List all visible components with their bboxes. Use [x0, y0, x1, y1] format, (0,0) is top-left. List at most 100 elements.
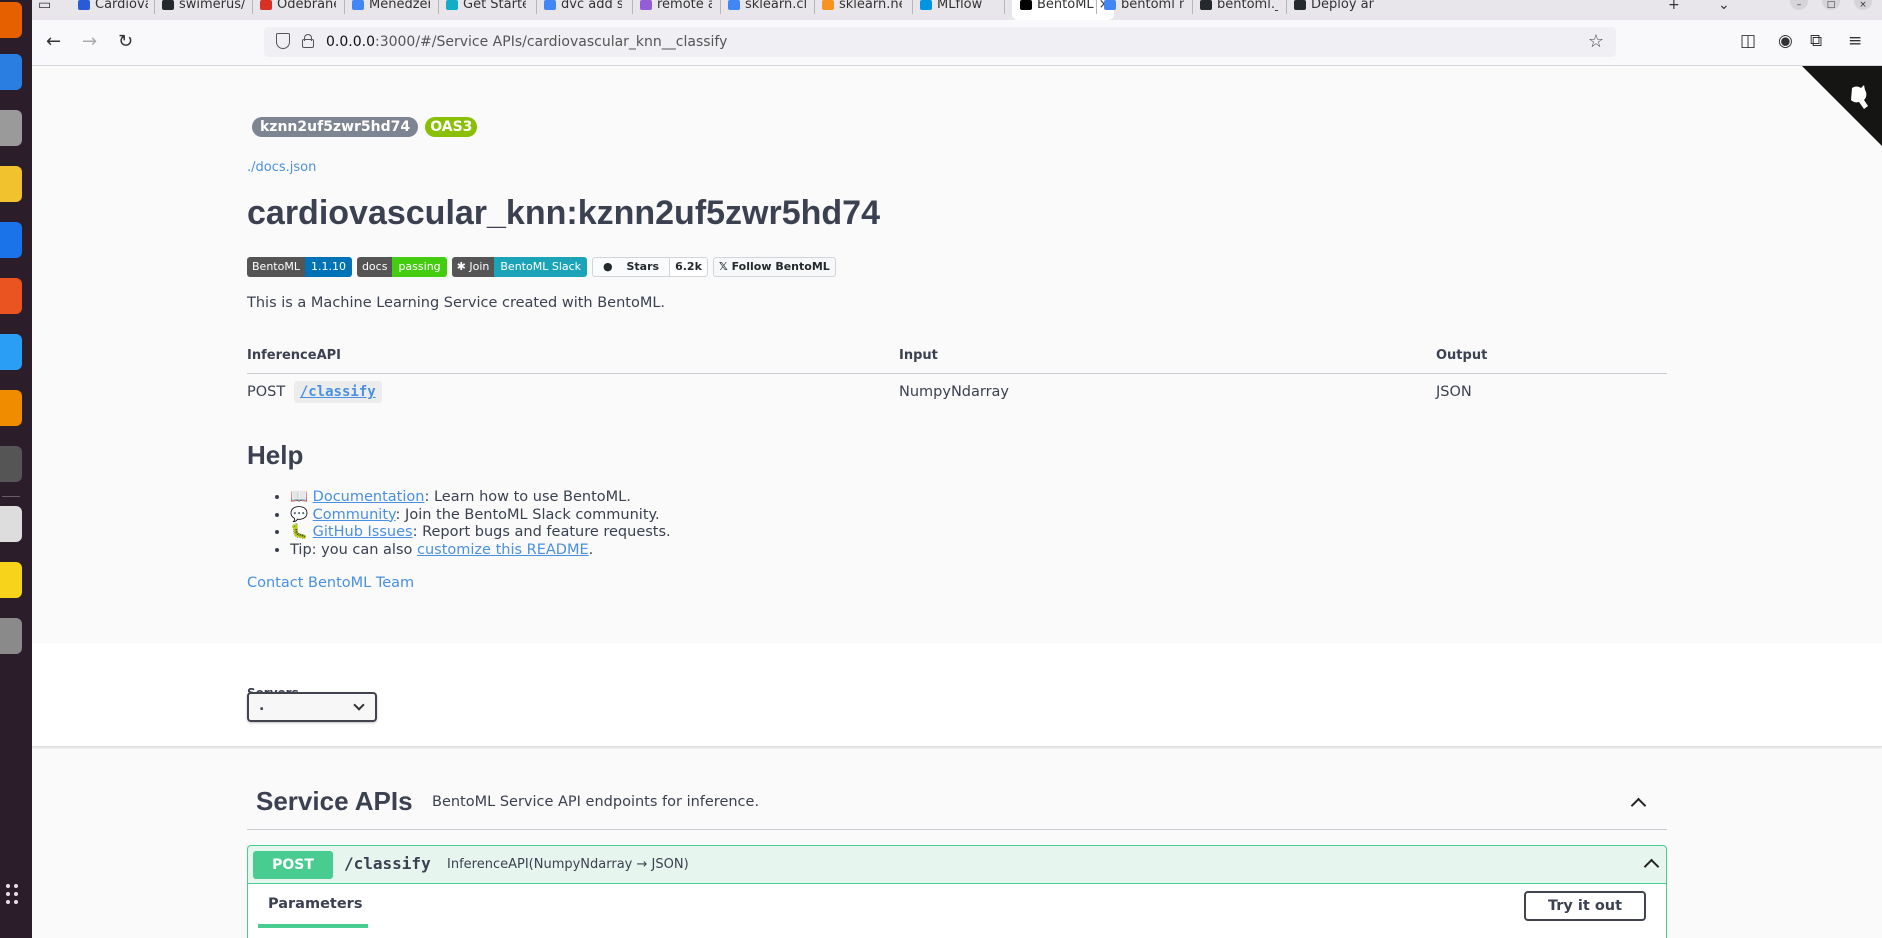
tab-favicon-icon [822, 0, 834, 10]
browser-tab[interactable]: dvc add st [544, 0, 622, 20]
minimize-icon[interactable]: – [1790, 0, 1808, 10]
bookmark-star-icon[interactable]: ☆ [1588, 31, 1604, 52]
docs-status-shield[interactable]: docs passing [356, 257, 447, 277]
show-apps-icon[interactable] [6, 884, 18, 914]
operation-body: Parameters Try it out [248, 884, 1666, 938]
tab-favicon-icon [1020, 0, 1032, 10]
writer-icon[interactable] [0, 222, 22, 258]
classify-endpoint-link[interactable]: /classify [293, 381, 382, 403]
browser-tab[interactable]: Menedżer [352, 0, 430, 20]
browser-nav-bar: ← → ↻ 0.0.0.0:3000/#/Service APIs/cardio… [32, 20, 1882, 66]
account-icon[interactable]: ◉ [1778, 31, 1793, 51]
browser-tab[interactable]: swimerus/ [162, 0, 246, 20]
tab-label: remote ad [657, 0, 712, 12]
url-bar[interactable]: 0.0.0.0:3000/#/Service APIs/cardiovascul… [264, 27, 1616, 57]
menu-icon[interactable]: ≡ [1848, 31, 1862, 51]
follow-x-badge[interactable]: 𝕏 Follow BentoML [712, 257, 836, 277]
browser-tab[interactable]: BentoML× [1012, 0, 1114, 20]
help-icon[interactable] [0, 334, 22, 370]
tab-list-icon[interactable]: ⌄ [1718, 0, 1730, 12]
maximize-icon[interactable]: □ [1822, 0, 1840, 10]
browser-tab[interactable]: Get Starte [446, 0, 526, 20]
bug-icon: 🐛 [290, 524, 309, 540]
tab-separator [1192, 0, 1193, 14]
browser-tab[interactable]: Cardiovasc [78, 0, 148, 20]
tab-label: sklearn.cla [745, 0, 806, 12]
browser-tab[interactable]: bentoml._ [1200, 0, 1278, 20]
row-input: NumpyNdarray [899, 384, 1010, 400]
browser-tab[interactable]: MLflow [920, 0, 988, 20]
url-text[interactable]: 0.0.0.0:3000/#/Service APIs/cardiovascul… [326, 34, 727, 50]
tab-label: Get Starte [463, 0, 526, 12]
pycharm-icon[interactable] [0, 562, 22, 598]
book-icon: 📖 [290, 489, 309, 505]
tracking-protection-icon[interactable] [276, 33, 290, 49]
tab-favicon-icon [728, 0, 740, 10]
tab-separator [252, 0, 253, 14]
tab-label: Cardiovasc [95, 0, 148, 12]
trash-icon[interactable] [0, 506, 22, 542]
list-item: 💬 Community: Join the BentoML Slack comm… [290, 507, 671, 525]
tab-separator [154, 0, 155, 14]
tab-separator [344, 0, 345, 14]
software-icon[interactable] [0, 278, 22, 314]
try-it-out-button[interactable]: Try it out [1524, 891, 1646, 921]
method-badge: POST [253, 851, 333, 879]
sublime-icon[interactable] [0, 390, 22, 426]
browser-tab-bar: ▭ Cardiovasc swimerus/Odebrane Menedżer Get… [32, 0, 1882, 20]
tab-overview-icon[interactable]: ▭ [38, 0, 51, 12]
help-heading: Help [247, 440, 304, 470]
servers-select[interactable]: . [247, 692, 377, 722]
tab-separator [438, 0, 439, 14]
x-logo-icon: 𝕏 [718, 260, 728, 273]
tab-favicon-icon [640, 0, 652, 10]
chevron-up-icon[interactable] [1643, 858, 1660, 875]
terminal-icon[interactable] [0, 446, 22, 482]
back-icon[interactable]: ← [46, 31, 61, 52]
thunderbird-icon[interactable] [0, 54, 22, 90]
operation-summary[interactable]: POST /classify InferenceAPI(NumpyNdarray… [248, 846, 1666, 884]
tab-label: dvc add st [561, 0, 622, 12]
bentoml-version-shield[interactable]: BentoML 1.1.10 [247, 257, 352, 277]
docs-json-link[interactable]: ./docs.json [247, 160, 316, 175]
tab-separator [536, 0, 537, 14]
service-apis-header[interactable]: Service APIs BentoML Service API endpoin… [247, 778, 1667, 830]
tab-separator [1096, 0, 1097, 14]
list-item: Tip: you can also customize this README. [290, 542, 671, 560]
browser-tab[interactable]: bentoml m [1104, 0, 1184, 20]
new-tab-icon[interactable]: + [1668, 0, 1680, 12]
rhythmbox-icon[interactable] [0, 166, 22, 202]
github-issues-link[interactable]: GitHub Issues [313, 524, 413, 540]
pocket-icon[interactable]: ◫ [1740, 31, 1756, 51]
extensions-icon[interactable]: ⧉ [1810, 31, 1822, 51]
slack-shield[interactable]: ✱ Join BentoML Slack [451, 257, 588, 277]
community-link[interactable]: Community [313, 507, 396, 523]
service-description: This is a Machine Learning Service creat… [247, 295, 666, 311]
col-header-output: Output [1436, 348, 1488, 363]
browser-tab[interactable]: Odebrane [260, 0, 336, 20]
tab-underline [258, 924, 368, 928]
customize-readme-link[interactable]: customize this README [417, 542, 589, 558]
browser-tab[interactable]: sklearn.ne [822, 0, 902, 20]
forward-icon[interactable]: → [82, 31, 97, 52]
tab-parameters[interactable]: Parameters [268, 896, 362, 912]
files-icon[interactable] [0, 110, 22, 146]
github-stars-badge[interactable]: ● Stars 6.2k [592, 257, 708, 277]
os-dock [0, 0, 32, 938]
recycle-icon[interactable] [0, 618, 22, 654]
tab-label: Deploy an [1311, 0, 1374, 12]
page-title: cardiovascular_knn:kznn2uf5zwr5hd74 [247, 194, 881, 232]
contact-link[interactable]: Contact BentoML Team [247, 575, 414, 591]
tab-label: swimerus/ [179, 0, 246, 12]
firefox-icon[interactable] [0, 2, 22, 38]
browser-tab[interactable]: sklearn.cla [728, 0, 806, 20]
close-window-icon[interactable]: × [1854, 0, 1872, 10]
browser-tab[interactable]: Deploy an [1294, 0, 1374, 20]
github-corner-icon[interactable] [1802, 66, 1882, 146]
documentation-link[interactable]: Documentation [313, 489, 425, 505]
chevron-up-icon[interactable] [1630, 797, 1647, 814]
browser-tab[interactable]: remote ad [640, 0, 712, 20]
lock-icon[interactable] [302, 34, 314, 48]
reload-icon[interactable]: ↻ [118, 31, 133, 52]
table-header-row: InferenceAPI Input Output [247, 338, 1667, 374]
